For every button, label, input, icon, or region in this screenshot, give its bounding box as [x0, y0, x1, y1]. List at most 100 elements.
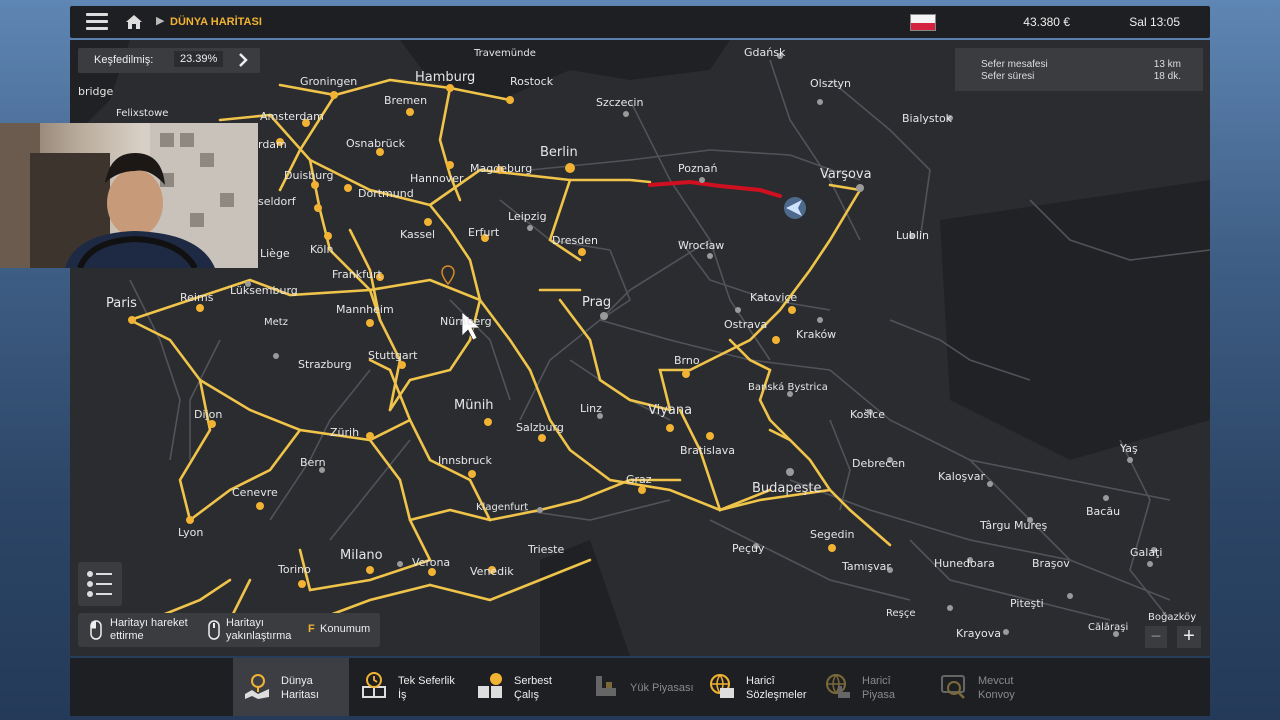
trip-info-panel: Sefer mesafesi 13 km Sefer süresi 18 dk. [955, 48, 1203, 91]
city-label: Duisburg [284, 169, 334, 182]
city-label: Hamburg [415, 70, 475, 85]
city-label: Kraków [796, 328, 836, 341]
explored-value: 23.39% [174, 51, 224, 67]
zoom-out-button[interactable]: − [1145, 626, 1167, 648]
convoy-icon [941, 675, 965, 699]
hint-key-f: F [308, 623, 315, 635]
city-label: Gdańsk [744, 46, 786, 59]
city-label: Innsbruck [438, 454, 492, 467]
nav-external-contracts[interactable]: Haricî Sözleşmeler [698, 658, 814, 716]
trip-distance-label: Sefer mesafesi [981, 59, 1048, 70]
webcam-overlay [0, 123, 258, 268]
nav-world-map[interactable]: Dünya Haritası [233, 658, 349, 716]
city-label: Reşçe [886, 608, 916, 619]
city-label: Stuttgart [368, 349, 418, 362]
breadcrumb-chevron-icon: ▶ [156, 15, 165, 27]
city-label: Berlin [540, 145, 578, 160]
nav-current-convoy[interactable]: Mevcut Konvoy [930, 658, 1046, 716]
globe-contract-icon [710, 674, 734, 698]
city-label: Paris [106, 296, 137, 311]
city-label: Debrecen [852, 457, 905, 470]
city-label: Amsterdam [260, 110, 324, 123]
city-label: Cenevre [232, 486, 278, 499]
city-label: Verona [412, 556, 450, 569]
clock-box-icon [362, 672, 386, 698]
city-label: Reims [180, 291, 214, 304]
city-label: Košice [850, 408, 885, 421]
city-label: Magdeburg [470, 162, 532, 175]
controls-hint-bar: Haritayı hareket ettirme Haritayı yakınl… [78, 613, 380, 647]
city-label: Münih [454, 398, 494, 413]
city-label: Nürnberg [440, 315, 492, 328]
city-label: Linz [580, 402, 602, 415]
cargo-icon [478, 673, 502, 698]
city-label: Hunedoara [934, 557, 995, 570]
mouse-left-icon [90, 620, 102, 640]
city-label: Bremen [384, 94, 427, 107]
menu-icon[interactable] [86, 13, 108, 31]
city-label: Erfurt [468, 226, 500, 239]
trip-distance-value: 13 km [1153, 59, 1181, 70]
city-label: Travemünde [473, 48, 536, 59]
city-label: Yaş [1119, 442, 1138, 455]
city-label: Metz [264, 317, 288, 328]
city-label: Osnabrück [346, 137, 406, 150]
city-label: Mannheim [336, 303, 394, 316]
nav-label: Mevcut Konvoy [978, 675, 1015, 701]
nav-label: Haricî Sözleşmeler [746, 675, 807, 701]
city-label: Prag [582, 295, 611, 310]
nav-label: Haricî Piyasa [862, 675, 896, 701]
bottom-nav: Dünya Haritası Tek Seferlik İş Serbest Ç… [70, 658, 1210, 716]
nav-freight-market[interactable]: Yük Piyasası [582, 658, 698, 716]
chevron-right-icon[interactable] [234, 51, 252, 69]
city-label: Krayova [956, 627, 1001, 640]
city-label: Bratislava [680, 444, 735, 457]
trip-duration-label: Sefer süresi [981, 71, 1035, 82]
hint-my-location: Konumum [320, 623, 371, 635]
city-label: Tamışvar [841, 560, 891, 573]
explored-label: Keşfedilmiş: [94, 54, 154, 66]
country-flag-icon [910, 14, 936, 31]
city-label: Frankfurt [332, 268, 382, 281]
city-label: Peçuy [732, 542, 765, 555]
city-label: Boğazköy [1148, 611, 1196, 623]
city-label: Banská Bystrica [748, 381, 828, 393]
freight-market-icon [596, 676, 616, 696]
game-clock: Sal 13:05 [1129, 15, 1180, 29]
nav-free-work[interactable]: Serbest Çalış [466, 658, 582, 716]
city-label: Klagenfurt [476, 502, 528, 513]
city-label: Köln [310, 243, 333, 256]
city-label: Poznań [678, 162, 717, 175]
world-map-icon [245, 674, 269, 699]
city-label: Rostock [510, 75, 554, 88]
player-truck-icon [784, 197, 806, 219]
city-label: Târgu Mureş [979, 519, 1047, 532]
globe-market-icon [826, 674, 850, 698]
city-label: bridge [78, 85, 114, 98]
nav-single-job[interactable]: Tek Seferlik İş [350, 658, 466, 716]
nav-label: Dünya Haritası [281, 675, 319, 701]
city-label: Lublin [896, 229, 929, 242]
mouse-scroll-icon [208, 620, 220, 640]
city-label: Olsztyn [810, 77, 851, 90]
webcam-person-image [0, 123, 258, 268]
city-label: Szczecin [596, 96, 643, 109]
nav-label: Tek Seferlik İş [398, 675, 455, 701]
city-label: Felixstowe [116, 108, 168, 119]
city-label: Kassel [400, 228, 435, 241]
city-label: Salzburg [516, 421, 564, 434]
legend-button[interactable] [78, 562, 122, 606]
home-icon[interactable] [124, 12, 144, 32]
city-label: seldorf [258, 195, 297, 208]
city-label: Dortmund [358, 187, 414, 200]
city-label: Braşov [1032, 557, 1070, 570]
city-label: Groningen [300, 75, 357, 88]
city-label: Dresden [552, 234, 598, 247]
money-balance: 43.380 € [1023, 15, 1070, 29]
nav-external-market[interactable]: Haricî Piyasa [814, 658, 930, 716]
city-label: Bacău [1086, 505, 1120, 518]
city-label: Lyon [178, 526, 203, 539]
zoom-in-button[interactable]: + [1177, 626, 1201, 648]
city-label: Trieste [527, 543, 564, 556]
breadcrumb: DÜNYA HARİTASI [170, 16, 262, 28]
